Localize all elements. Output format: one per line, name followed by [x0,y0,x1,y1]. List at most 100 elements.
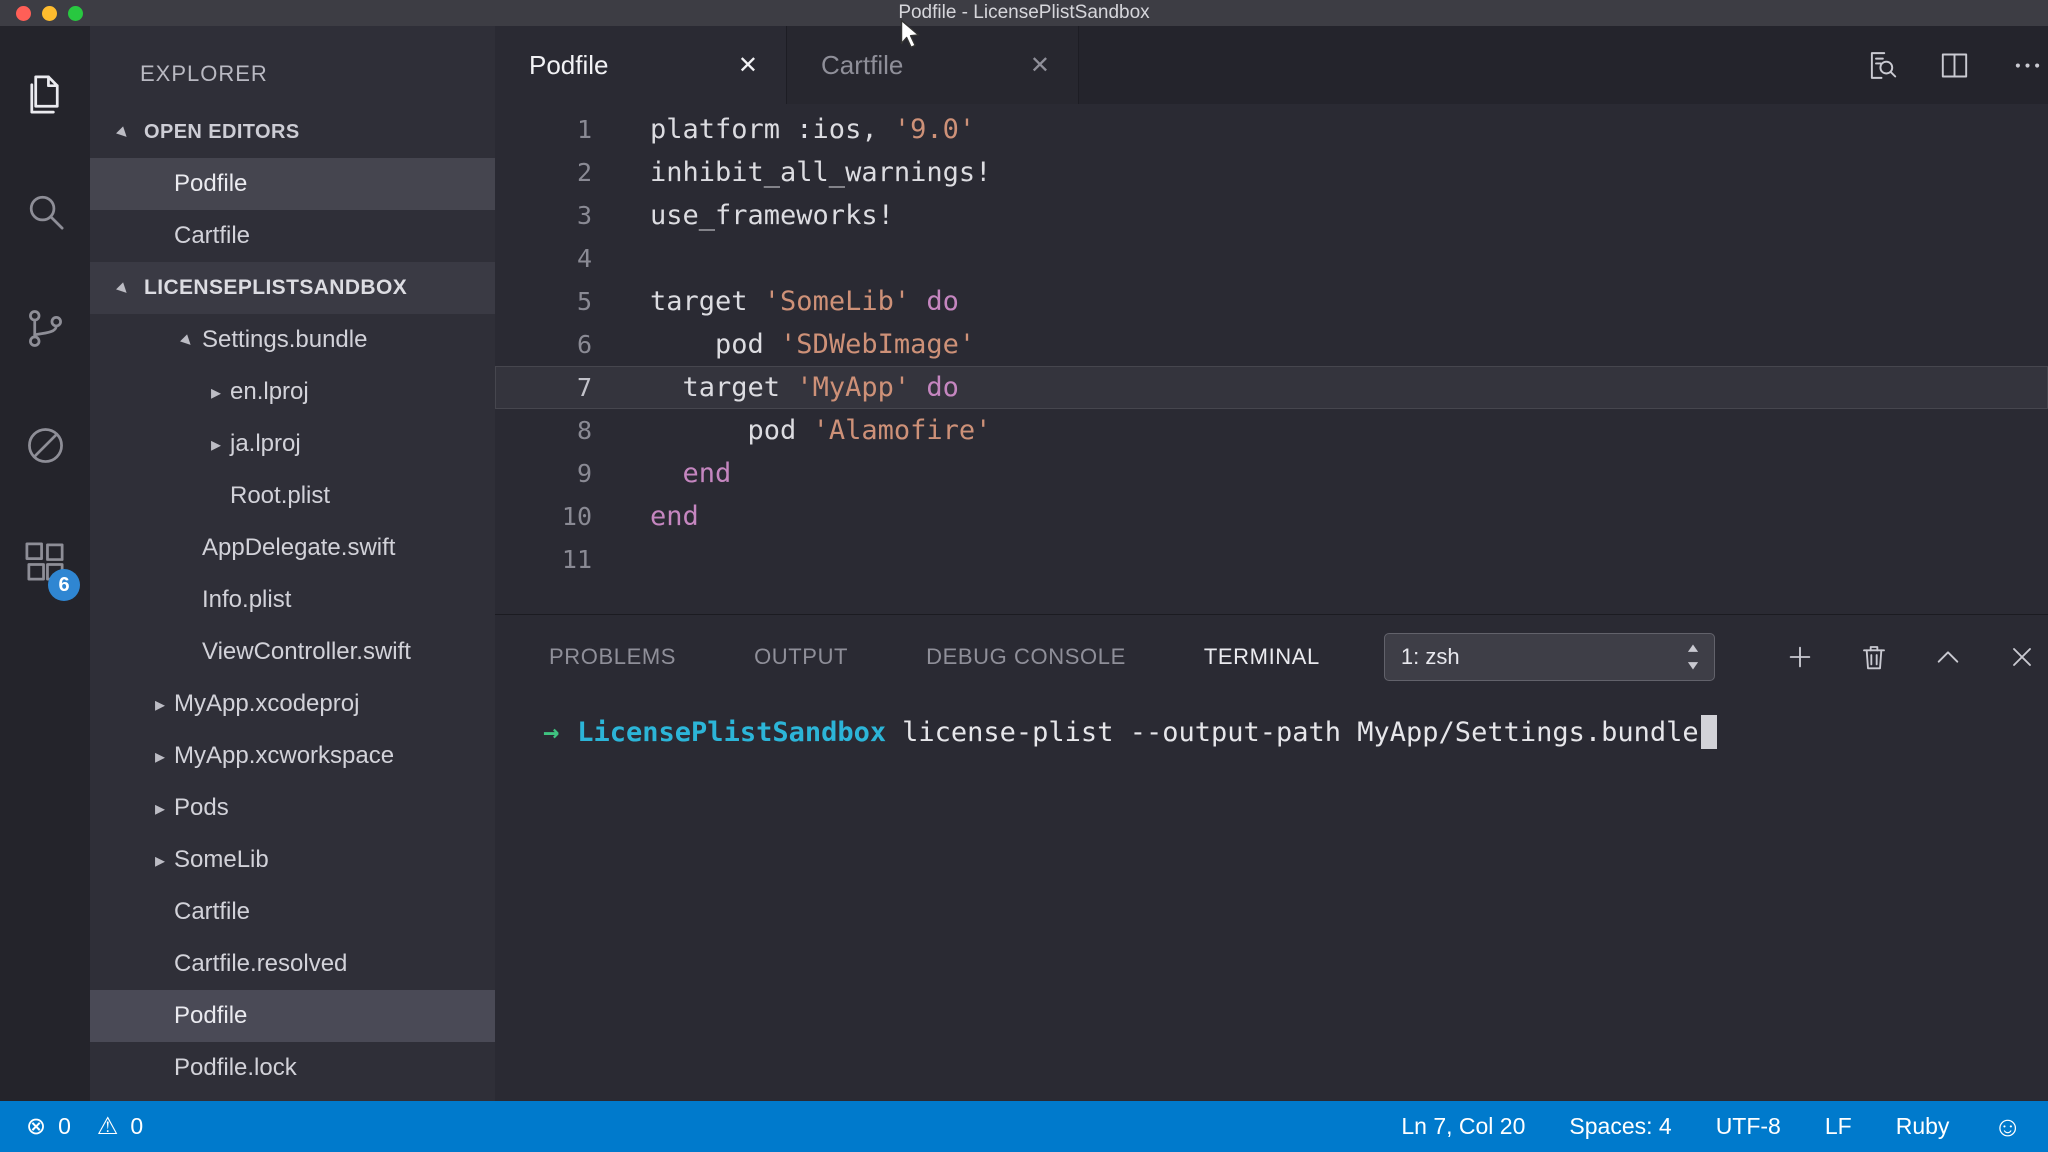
problems-indicator[interactable]: ⊗ 0 ⚠ 0 [26,1112,143,1141]
statusbar-items: Ln 7, Col 20 Spaces: 4 UTF-8 LF Ruby [1401,1113,1949,1140]
panel-tab-terminal[interactable]: TERMINAL [1204,644,1320,670]
tab-bar: Podfile ✕ Cartfile ✕ [495,26,2048,104]
tree-item[interactable]: Cartfile [90,886,495,938]
code-line-1[interactable]: 1 platform :ios, '9.0' [495,108,2048,151]
close-icon[interactable] [2006,641,2038,673]
main-area: 6 EXPLORER ▸ OPEN EDITORS Podfile Cartfil… [0,26,2048,1101]
window-controls [16,0,83,26]
open-editor-item[interactable]: Podfile [90,158,495,210]
terminal-shell-select[interactable]: 1: zsh [1383,633,1715,681]
minimize-window-button[interactable] [42,5,57,21]
tree-item[interactable]: Podfile.lock [90,1042,495,1094]
zoom-window-button[interactable] [68,5,83,21]
tree-item[interactable]: ▸ Settings.bundle [90,314,495,366]
search-icon [22,188,69,235]
terminal[interactable]: → LicensePlistSandbox license-plist --ou… [495,699,2048,1101]
code-text: platform :ios, '9.0' [650,114,976,145]
code-line-10[interactable]: 10 end [495,495,2048,538]
status-item[interactable]: Ln 7, Col 20 [1401,1113,1525,1140]
mouse-cursor [895,18,925,52]
chevron-collapsed-icon[interactable]: ▸ [146,848,174,873]
tree-item-label: Cartfile [174,898,251,925]
tab-cartfile[interactable]: Cartfile ✕ [787,26,1079,104]
titlebar[interactable]: Podfile - LicensePlistSandbox [0,0,2048,26]
tree-item[interactable]: Cartfile.resolved [90,938,495,990]
code-line-8[interactable]: 8 pod 'Alamofire' [495,409,2048,452]
terminal-line: → LicensePlistSandbox license-plist --ou… [543,715,2048,749]
split-editor-icon[interactable] [1938,49,1971,82]
code-text: use_frameworks! [650,200,894,231]
code-line-11[interactable]: 11 [495,538,2048,581]
activity-item-debug[interactable] [0,387,90,504]
chevron-collapsed-icon[interactable]: ▸ [202,380,230,405]
open-editor-item[interactable]: Cartfile [90,210,495,262]
code-line-5[interactable]: 5 target 'SomeLib' do [495,280,2048,323]
debug-icon [22,422,69,469]
tree-item-label: Podfile.lock [174,1054,297,1081]
editor[interactable]: 1 platform :ios, '9.0' 2 inhibit_all_warnin… [495,104,2048,614]
tree-item-label: Settings.bundle [202,326,368,353]
activity-item-extensions[interactable]: 6 [0,504,90,621]
project-header[interactable]: ▸ LICENSEPLISTSANDBOX [90,262,495,314]
trash-icon[interactable] [1858,641,1890,673]
status-item[interactable]: Ruby [1896,1113,1950,1140]
search-editor-icon[interactable] [1865,49,1898,82]
tree-item[interactable]: ▸ SomeLib [90,834,495,886]
open-editor-label: Podfile [174,170,248,197]
chevron-collapsed-icon[interactable]: ▸ [146,744,174,769]
activity-item-files[interactable] [0,36,90,153]
tree-item[interactable]: Root.plist [90,470,495,522]
tree-item[interactable]: AppDelegate.swift [90,522,495,574]
panel-header: PROBLEMS OUTPUT DEBUG CONSOLE TERMINAL 1: z… [495,615,2048,699]
chevron-collapsed-icon[interactable]: ▸ [146,796,174,821]
tree-item[interactable]: ▸ en.lproj [90,366,495,418]
tree-item[interactable]: Info.plist [90,574,495,626]
tab-podfile[interactable]: Podfile ✕ [495,26,787,104]
chevron-collapsed-icon[interactable]: ▸ [146,692,174,717]
panel-tab-output[interactable]: OUTPUT [754,644,848,670]
plus-icon[interactable] [1784,641,1816,673]
activity-bar: 6 [0,26,90,1101]
feedback-smiley-icon[interactable]: ☺ [1993,1111,2022,1143]
chevron-up-icon[interactable] [1932,641,1964,673]
warnings-icon: ⚠ [96,1113,119,1140]
tree-item-label: en.lproj [230,378,309,405]
tree-item[interactable]: ViewController.swift [90,626,495,678]
code-line-3[interactable]: 3 use_frameworks! [495,194,2048,237]
chevron-collapsed-icon[interactable]: ▸ [202,432,230,457]
panel-tab-debug-console[interactable]: DEBUG CONSOLE [926,644,1126,670]
code-line-4[interactable]: 4 [495,237,2048,280]
tab-close-icon[interactable]: ✕ [1030,51,1050,80]
status-item[interactable]: LF [1825,1113,1852,1140]
errors-icon: ⊗ [26,1113,47,1140]
tree-item-label: Info.plist [202,586,292,613]
tree-item[interactable]: ▸ MyApp.xcworkspace [90,730,495,782]
chevron-expanded-icon: ▸ [112,277,135,300]
tree-item-label: MyApp.xcodeproj [174,690,360,717]
panel-tab-problems[interactable]: PROBLEMS [549,644,676,670]
tree-item-label: ViewController.swift [202,638,411,665]
code-text: inhibit_all_warnings! [650,157,992,188]
line-number: 8 [576,416,592,445]
code-line-2[interactable]: 2 inhibit_all_warnings! [495,151,2048,194]
code-line-6[interactable]: 6 pod 'SDWebImage' [495,323,2048,366]
status-item[interactable]: UTF-8 [1716,1113,1781,1140]
code-line-9[interactable]: 9 end [495,452,2048,495]
line-number: 10 [561,502,592,531]
tab-close-icon[interactable]: ✕ [738,51,758,80]
code-line-7[interactable]: 7 target 'MyApp' do [495,366,2048,409]
error-count: 0 [58,1113,71,1139]
activity-item-source-control[interactable] [0,270,90,387]
line-number: 1 [576,115,592,144]
tree-item[interactable]: Podfile [90,990,495,1042]
shell-select-value: 1: zsh [1400,644,1460,669]
close-window-button[interactable] [16,5,31,21]
status-item[interactable]: Spaces: 4 [1569,1113,1671,1140]
tree-item[interactable]: ▸ MyApp.xcodeproj [90,678,495,730]
ellipsis-icon[interactable] [2011,49,2044,82]
open-editors-header[interactable]: ▸ OPEN EDITORS [90,106,495,158]
tree-item-label: AppDelegate.swift [202,534,396,561]
tree-item[interactable]: ▸ ja.lproj [90,418,495,470]
tree-item[interactable]: ▸ Pods [90,782,495,834]
activity-item-search[interactable] [0,153,90,270]
